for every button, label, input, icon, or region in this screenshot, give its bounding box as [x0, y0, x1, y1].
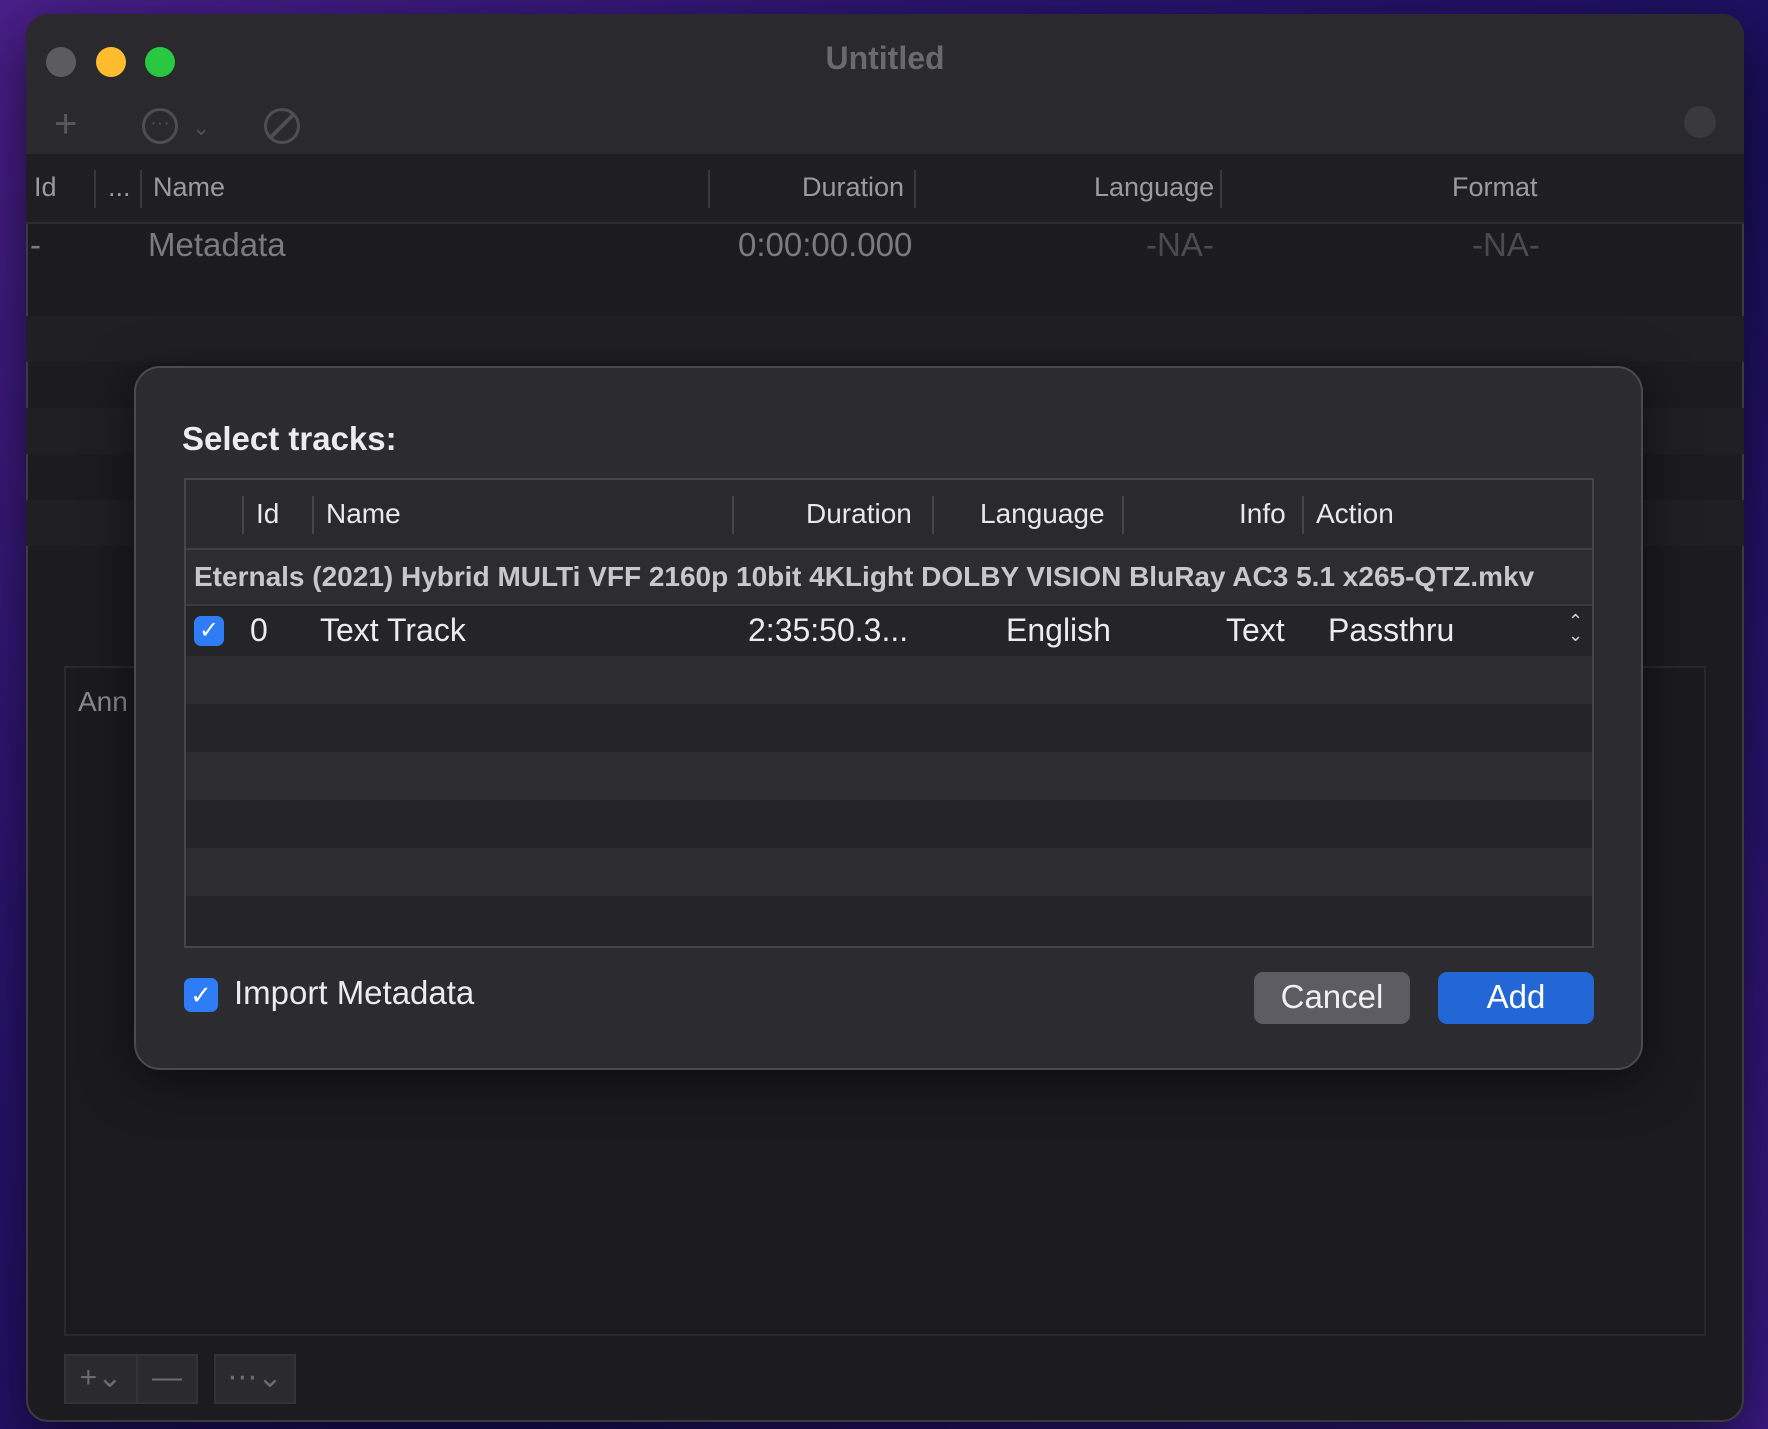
- col-id[interactable]: Id: [256, 498, 279, 530]
- row-format: -NA-: [1472, 226, 1540, 263]
- updown-chevron-icon[interactable]: ⌃ ⌄: [1568, 612, 1583, 644]
- col-duration[interactable]: Duration: [802, 172, 904, 203]
- track-action-select[interactable]: Passthru: [1328, 612, 1454, 649]
- row-duration: 0:00:00.000: [738, 226, 913, 263]
- chevron-down-icon[interactable]: ⌄: [192, 108, 210, 148]
- col-language[interactable]: Language: [1094, 172, 1214, 203]
- tracks-table: Id Name Duration Language Info Action Et…: [184, 478, 1594, 948]
- select-tracks-sheet: Select tracks: Id Name Duration Language…: [134, 366, 1643, 1070]
- track-language: English: [1006, 612, 1111, 648]
- track-checkbox[interactable]: ✓: [194, 616, 224, 646]
- empty-row: [186, 752, 1592, 800]
- add-menu-button[interactable]: +⌄: [64, 1354, 138, 1404]
- options-menu-button[interactable]: ⋯⌄: [214, 1354, 296, 1404]
- more-icon[interactable]: ···: [142, 108, 178, 144]
- plus-icon[interactable]: +: [54, 104, 77, 144]
- table-row[interactable]: ✓ 0 Text Track 2:35:50.3... English Text…: [186, 606, 1592, 656]
- annotations-tab[interactable]: Ann: [78, 686, 128, 718]
- col-info[interactable]: Info: [1239, 498, 1286, 530]
- add-button[interactable]: Add: [1438, 972, 1594, 1024]
- block-icon[interactable]: [264, 108, 300, 144]
- remove-button[interactable]: —: [136, 1354, 198, 1404]
- title-bar: Untitled + ··· ⌄: [26, 14, 1744, 156]
- sheet-title: Select tracks:: [182, 420, 397, 457]
- search-icon[interactable]: [1684, 106, 1716, 138]
- main-table-header: Id ... Name Duration Language Format: [26, 154, 1744, 224]
- track-id: 0: [250, 612, 268, 648]
- empty-row: [26, 316, 1744, 362]
- tracks-table-header: Id Name Duration Language Info Action: [186, 480, 1592, 550]
- track-duration: 2:35:50.3...: [748, 612, 909, 648]
- col-action[interactable]: Action: [1316, 498, 1394, 530]
- import-metadata-checkbox[interactable]: ✓: [184, 978, 218, 1012]
- table-row[interactable]: - Metadata 0:00:00.000 -NA- -NA-: [26, 224, 1744, 270]
- row-name: Metadata: [148, 226, 286, 263]
- col-format[interactable]: Format: [1452, 172, 1538, 203]
- track-name: Text Track: [320, 612, 466, 648]
- import-metadata-label[interactable]: Import Metadata: [234, 974, 474, 1012]
- col-more[interactable]: ...: [108, 172, 131, 203]
- file-group-row: Eternals (2021) Hybrid MULTi VFF 2160p 1…: [186, 550, 1592, 606]
- file-name: Eternals (2021) Hybrid MULTi VFF 2160p 1…: [194, 561, 1535, 592]
- empty-row: [186, 656, 1592, 704]
- col-name[interactable]: Name: [326, 498, 401, 530]
- empty-row: [186, 848, 1592, 896]
- col-name[interactable]: Name: [153, 172, 225, 203]
- window-title: Untitled: [825, 40, 945, 76]
- col-language[interactable]: Language: [980, 498, 1105, 530]
- track-info: Text: [1226, 612, 1285, 648]
- col-id[interactable]: Id: [34, 172, 57, 203]
- cancel-button[interactable]: Cancel: [1254, 972, 1410, 1024]
- col-duration[interactable]: Duration: [806, 498, 912, 530]
- row-language: -NA-: [1146, 226, 1214, 263]
- row-id: -: [30, 226, 41, 263]
